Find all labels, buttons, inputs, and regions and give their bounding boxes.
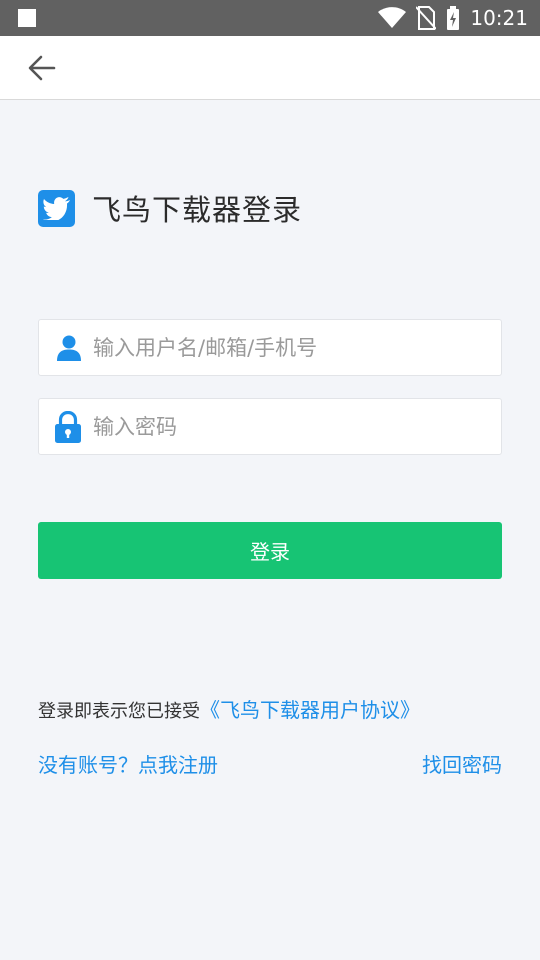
app-bar	[0, 36, 540, 100]
status-time: 10:21	[470, 6, 528, 30]
password-input[interactable]	[81, 399, 501, 454]
user-icon	[57, 335, 81, 361]
wifi-icon	[378, 7, 407, 28]
brand-logo	[38, 189, 75, 227]
password-field[interactable]	[38, 398, 502, 455]
agreement-text: 登录即表示您已接受《飞鸟下载器用户协议》	[38, 694, 420, 723]
status-icons: 10:21	[378, 0, 528, 36]
agreement-link[interactable]: 《飞鸟下载器用户协议》	[200, 698, 420, 722]
battery-charging-icon	[447, 6, 460, 30]
no-sim-icon	[416, 6, 437, 30]
status-bar: 10:21	[0, 0, 540, 36]
forgot-password-link[interactable]: 找回密码	[422, 749, 502, 778]
username-field[interactable]	[38, 319, 502, 376]
bird-icon	[42, 197, 70, 220]
notification-square-icon	[18, 9, 36, 27]
login-button[interactable]: 登录	[38, 522, 502, 579]
arrow-left-icon	[28, 55, 56, 81]
back-button[interactable]	[22, 50, 62, 86]
page-title: 飞鸟下载器登录	[92, 193, 303, 227]
brand-header: 飞鸟下载器登录	[38, 189, 302, 227]
username-input[interactable]	[81, 320, 501, 375]
agreement-prefix: 登录即表示您已接受	[38, 701, 200, 722]
lock-icon	[55, 410, 81, 443]
register-link[interactable]: 没有账号？点我注册	[38, 749, 218, 778]
